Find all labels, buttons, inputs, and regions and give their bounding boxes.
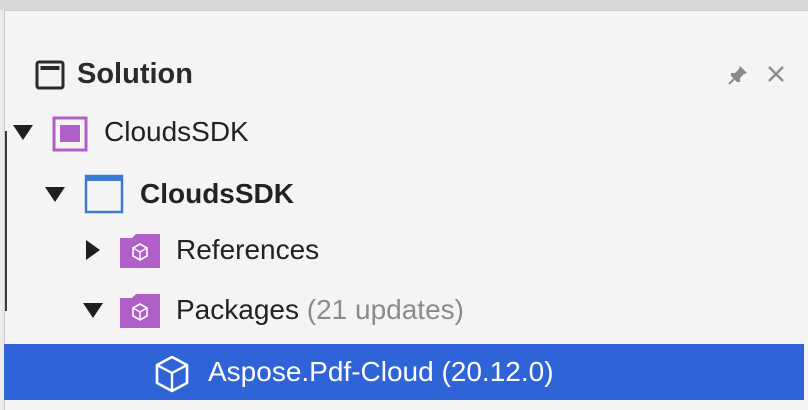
package-cube-icon xyxy=(155,355,189,393)
tree-item-package-selected[interactable]: Aspose.Pdf-Cloud (20.12.0) xyxy=(4,344,804,400)
tree-item-label: CloudsSDK xyxy=(104,116,249,147)
tree-item-packages[interactable]: Packages (21 updates) xyxy=(4,282,804,338)
folder-package-icon xyxy=(120,234,160,268)
chevron-down-icon[interactable] xyxy=(44,184,66,204)
top-strip xyxy=(0,0,808,10)
panel-title: Solution xyxy=(77,58,193,90)
folder-package-icon xyxy=(120,294,160,328)
packages-label: Packages xyxy=(176,294,299,325)
chevron-right-icon[interactable] xyxy=(84,238,102,262)
close-icon[interactable] xyxy=(765,63,787,85)
tree-item-solution[interactable]: CloudsSDK xyxy=(4,104,804,160)
project-icon xyxy=(84,174,124,214)
tree-item-project[interactable]: CloudsSDK xyxy=(4,164,804,220)
tree-item-label: References xyxy=(176,234,320,265)
solution-panel-icon xyxy=(35,60,65,90)
pin-icon[interactable] xyxy=(727,64,749,86)
tree-item-label: Packages (21 updates) xyxy=(176,292,464,328)
chevron-down-icon[interactable] xyxy=(82,300,104,320)
tree-item-references[interactable]: References xyxy=(4,222,804,278)
updates-count: (21 updates) xyxy=(306,294,464,325)
tree-item-label: Aspose.Pdf-Cloud (20.12.0) xyxy=(208,356,554,387)
solution-icon xyxy=(52,116,88,152)
chevron-down-icon[interactable] xyxy=(12,122,34,142)
tree-item-label: CloudsSDK xyxy=(140,178,294,209)
